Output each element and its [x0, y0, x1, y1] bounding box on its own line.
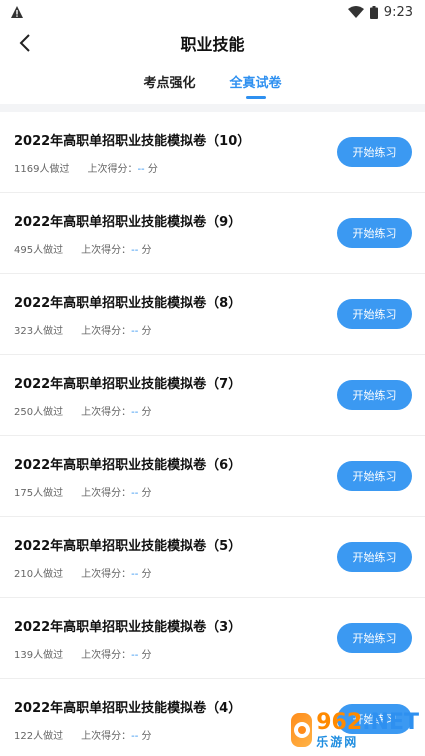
paper-item: 2022年高职单招职业技能模拟卷（10） 1169人做过 上次得分：-- 分 开… [0, 112, 425, 193]
attempt-count: 1169人做过 [14, 164, 70, 175]
paper-title: 2022年高职单招职业技能模拟卷（10） [14, 134, 251, 149]
paper-item: 2022年高职单招职业技能模拟卷（6） 175人做过 上次得分：-- 分 开始练… [0, 436, 425, 517]
watermark-text: 962.NET 乐游网 [316, 710, 419, 749]
score-value: -- [131, 488, 139, 499]
paper-title: 2022年高职单招职业技能模拟卷（6） [14, 458, 242, 473]
paper-title: 2022年高职单招职业技能模拟卷（3） [14, 620, 242, 635]
status-time: 9:23 [383, 4, 413, 20]
wifi-icon [347, 6, 364, 18]
section-divider [0, 104, 425, 112]
score-value: -- [137, 164, 145, 175]
paper-meta: 495人做过 上次得分：-- 分 [14, 241, 152, 256]
score-value: -- [131, 407, 139, 418]
last-score: 上次得分：-- 分 [81, 731, 152, 742]
score-value: -- [131, 245, 139, 256]
back-button[interactable] [12, 30, 38, 56]
paper-item: 2022年高职单招职业技能模拟卷（3） 139人做过 上次得分：-- 分 开始练… [0, 598, 425, 679]
paper-meta: 122人做过 上次得分：-- 分 [14, 727, 152, 742]
paper-title: 2022年高职单招职业技能模拟卷（4） [14, 701, 242, 716]
paper-meta: 210人做过 上次得分：-- 分 [14, 565, 152, 580]
attempt-count: 323人做过 [14, 326, 64, 337]
attempt-count: 210人做过 [14, 569, 64, 580]
paper-item: 2022年高职单招职业技能模拟卷（8） 323人做过 上次得分：-- 分 开始练… [0, 274, 425, 355]
start-practice-button[interactable]: 开始练习 [337, 218, 412, 248]
last-score: 上次得分：-- 分 [81, 245, 152, 256]
tab-bar: 考点强化 全真试卷 [0, 62, 425, 104]
paper-meta: 175人做过 上次得分：-- 分 [14, 484, 152, 499]
last-score: 上次得分：-- 分 [81, 650, 152, 661]
score-value: -- [131, 650, 139, 661]
watermark-brand: 962 [316, 710, 363, 735]
paper-meta: 139人做过 上次得分：-- 分 [14, 646, 152, 661]
attempt-count: 250人做过 [14, 407, 64, 418]
paper-title: 2022年高职单招职业技能模拟卷（9） [14, 215, 242, 230]
last-score: 上次得分：-- 分 [81, 326, 152, 337]
paper-item: 2022年高职单招职业技能模拟卷（7） 250人做过 上次得分：-- 分 开始练… [0, 355, 425, 436]
start-practice-button[interactable]: 开始练习 [337, 461, 412, 491]
start-practice-button[interactable]: 开始练习 [337, 542, 412, 572]
status-right: 9:23 [347, 4, 413, 20]
status-bar: 9:23 [0, 0, 425, 24]
last-score: 上次得分：-- 分 [81, 569, 152, 580]
back-arrow-icon [19, 34, 30, 52]
start-practice-button[interactable]: 开始练习 [337, 137, 412, 167]
watermark-sub: 乐游网 [316, 735, 359, 749]
attempt-count: 495人做过 [14, 245, 64, 256]
last-score: 上次得分：-- 分 [81, 488, 152, 499]
paper-meta: 1169人做过 上次得分：-- 分 [14, 160, 158, 175]
paper-title: 2022年高职单招职业技能模拟卷（7） [14, 377, 242, 392]
paper-meta: 250人做过 上次得分：-- 分 [14, 403, 152, 418]
paper-item: 2022年高职单招职业技能模拟卷（5） 210人做过 上次得分：-- 分 开始练… [0, 517, 425, 598]
paper-item: 2022年高职单招职业技能模拟卷（9） 495人做过 上次得分：-- 分 开始练… [0, 193, 425, 274]
score-value: -- [131, 326, 139, 337]
paper-meta: 323人做过 上次得分：-- 分 [14, 322, 152, 337]
start-practice-button[interactable]: 开始练习 [337, 299, 412, 329]
page-title: 职业技能 [180, 35, 245, 54]
warning-icon [11, 6, 23, 18]
start-practice-button[interactable]: 开始练习 [337, 380, 412, 410]
attempt-count: 175人做过 [14, 488, 64, 499]
last-score: 上次得分：-- 分 [81, 407, 152, 418]
site-watermark: 962.NET 乐游网 [291, 708, 419, 752]
paper-list: 2022年高职单招职业技能模拟卷（10） 1169人做过 上次得分：-- 分 开… [0, 112, 425, 756]
battery-icon [369, 5, 378, 19]
app-bar: 职业技能 [0, 24, 425, 62]
attempt-count: 139人做过 [14, 650, 64, 661]
attempt-count: 122人做过 [14, 731, 64, 742]
tab-key-points[interactable]: 考点强化 [143, 72, 195, 91]
watermark-suffix: .NET [362, 710, 419, 735]
score-value: -- [131, 569, 139, 580]
paper-title: 2022年高职单招职业技能模拟卷（5） [14, 539, 242, 554]
last-score: 上次得分：-- 分 [87, 164, 158, 175]
watermark-logo-icon [291, 713, 313, 747]
paper-title: 2022年高职单招职业技能模拟卷（8） [14, 296, 242, 311]
start-practice-button[interactable]: 开始练习 [337, 623, 412, 653]
tab-full-exams[interactable]: 全真试卷 [230, 72, 282, 91]
score-value: -- [131, 731, 139, 742]
